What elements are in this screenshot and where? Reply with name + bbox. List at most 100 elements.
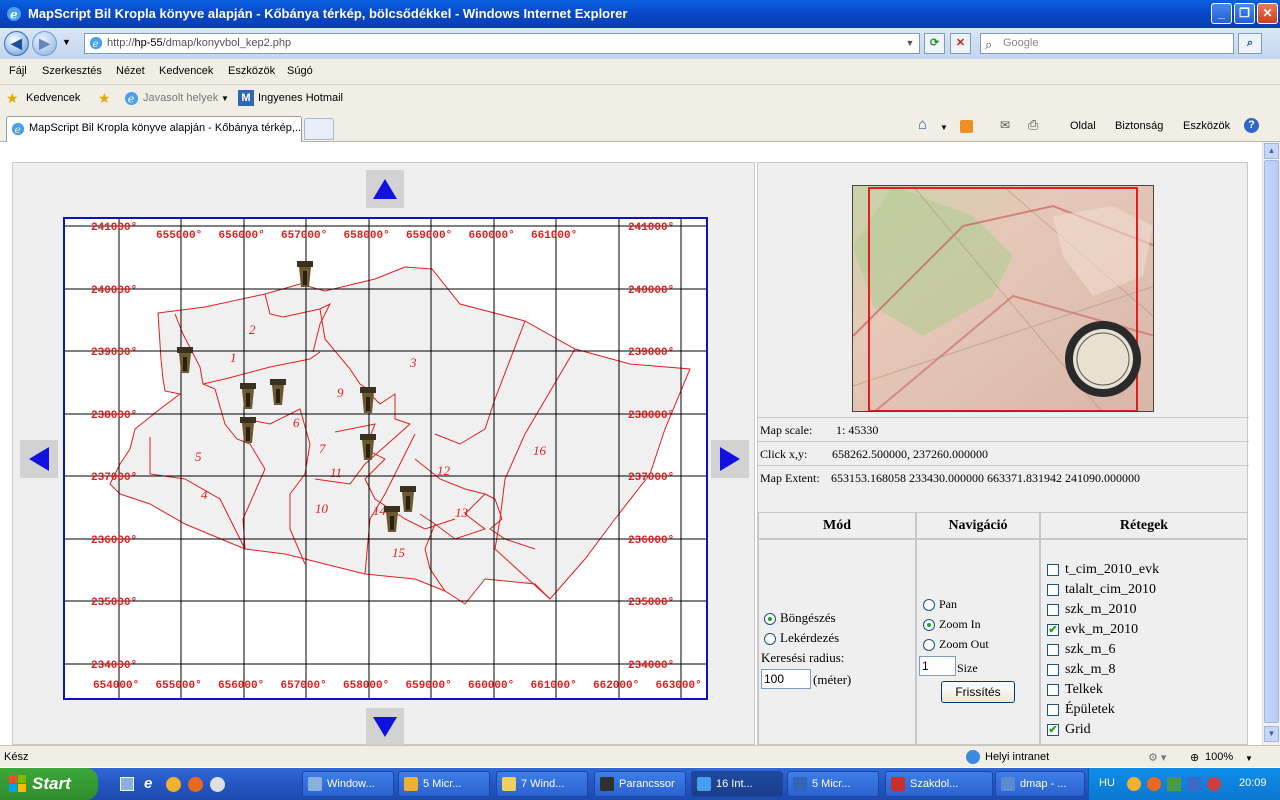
layer-item[interactable]: Telkek [1047,682,1103,698]
grid-y-label: 236000° [628,535,674,547]
tray-firefox-icon[interactable] [1147,777,1161,791]
close-button[interactable]: ✕ [1257,3,1278,24]
tab-active[interactable]: e MapScript Bil Kropla könyve alapján - … [6,116,302,142]
menu-help[interactable]: Súgó [287,65,313,77]
map-image[interactable]: 241000° 241000° 240000° 240000° 239000° 23900… [63,217,708,700]
home-dropdown-icon[interactable]: ▼ [940,123,948,132]
tools-menu[interactable]: Eszközök [1183,120,1230,132]
mode-query-option[interactable]: Lekérdezés [764,630,839,646]
search-radius-input[interactable]: 100 [761,669,811,689]
taskbar-button[interactable]: 7 Wind... [496,771,588,797]
quicklaunch-messenger-icon[interactable] [166,777,181,792]
add-favorite-icon[interactable]: ★ [98,90,111,107]
nursery-marker-icon[interactable] [297,261,313,287]
layer-item[interactable]: talalt_cim_2010 [1047,582,1156,598]
layer-item[interactable]: szk_m_6 [1047,642,1116,658]
layer-item[interactable]: Épületek [1047,702,1115,718]
taskbar-button[interactable]: dmap - ... [995,771,1085,797]
hotmail-link[interactable]: Ingyenes Hotmail [258,92,343,104]
mail-icon[interactable]: ✉ [1000,118,1010,132]
menu-edit[interactable]: Szerkesztés [42,65,102,77]
layer-item[interactable]: t_cim_2010_evk [1047,562,1159,578]
menu-view[interactable]: Nézet [116,65,145,77]
print-icon[interactable]: ⎙ [1028,117,1038,133]
pan-west-button[interactable] [20,440,58,478]
taskbar-button[interactable]: Window... [302,771,394,797]
address-dropdown-icon[interactable]: ▼ [903,36,917,51]
scrollbar-thumb[interactable] [1264,160,1279,723]
layer-checkbox[interactable] [1047,643,1059,656]
zoom-level[interactable]: 100% [1205,751,1233,763]
show-desktop-icon[interactable] [120,777,134,791]
vertical-scrollbar[interactable]: ▲ ▼ [1262,142,1280,745]
tray-bluetooth-icon[interactable] [1187,777,1201,791]
scroll-down-icon[interactable]: ▼ [1264,726,1279,742]
refresh-icon[interactable]: ⟳ [924,33,945,54]
zoom-in-radio[interactable] [923,619,935,632]
maximize-button[interactable]: ❐ [1234,3,1255,24]
quicklaunch-ie-icon[interactable]: e [144,775,152,792]
help-icon[interactable]: ? [1244,118,1259,133]
zoom-size-input[interactable]: 1 [919,656,956,676]
favorites-button[interactable]: Kedvencek [26,92,80,104]
layer-checkbox[interactable] [1047,703,1059,716]
layer-checkbox[interactable] [1047,683,1059,696]
taskbar-button[interactable]: 5 Micr... [398,771,490,797]
language-indicator[interactable]: HU [1099,777,1115,789]
zoom-dropdown-icon[interactable]: ▼ [1245,754,1253,763]
scroll-up-icon[interactable]: ▲ [1264,143,1279,159]
start-button[interactable]: Start [0,768,98,800]
minimize-button[interactable]: _ [1211,3,1232,24]
taskbar-button[interactable]: 5 Micr... [787,771,879,797]
tray-security-icon[interactable] [1207,777,1221,791]
tray-messenger-icon[interactable] [1127,777,1141,791]
new-tab-button[interactable] [304,118,334,140]
nav-zoom-in-option[interactable]: Zoom In [923,617,981,632]
layer-checkbox[interactable]: ✔ [1047,623,1059,636]
home-icon[interactable]: ⌂ [918,116,927,133]
mode-browse-option[interactable]: Böngészés [764,610,836,626]
stop-icon[interactable]: ✕ [950,33,971,54]
zoom-out-radio[interactable] [923,639,935,652]
layer-checkbox[interactable] [1047,583,1059,596]
taskbar-button[interactable]: 16 Int... [691,771,783,797]
suggested-sites-link[interactable]: Javasolt helyek [143,92,218,104]
pan-north-button[interactable] [366,170,404,208]
reference-map[interactable] [852,185,1154,412]
refresh-button[interactable]: Frissítés [941,681,1015,703]
browse-radio[interactable] [764,613,776,626]
layer-checkbox[interactable]: ✔ [1047,723,1059,736]
layer-item[interactable]: szk_m_8 [1047,662,1116,678]
suggested-sites-dropdown-icon[interactable]: ▼ [221,94,229,103]
layer-item[interactable]: ✔ evk_m_2010 [1047,622,1138,638]
nav-zoom-out-option[interactable]: Zoom Out [923,637,989,652]
layer-item[interactable]: ✔ Grid [1047,722,1091,738]
menu-favorites[interactable]: Kedvencek [159,65,213,77]
query-radio[interactable] [764,633,776,646]
tray-network-icon[interactable] [1167,777,1181,791]
nav-pan-option[interactable]: Pan [923,597,957,612]
pan-south-button[interactable] [366,708,404,746]
quicklaunch-media-icon[interactable] [210,777,225,792]
taskbar-button[interactable]: Parancssor [594,771,686,797]
address-bar[interactable]: e http://hp-55/dmap/konyvbol_kep2.php ▼ [84,33,920,54]
layer-checkbox[interactable] [1047,603,1059,616]
taskbar-button[interactable]: Szakdol... [885,771,993,797]
pan-radio[interactable] [923,599,935,612]
back-button[interactable]: ◀ [4,31,29,56]
safety-menu[interactable]: Biztonság [1115,120,1163,132]
quicklaunch-firefox-icon[interactable] [188,777,203,792]
layer-checkbox[interactable] [1047,563,1059,576]
search-input[interactable]: ⌕ Google [980,33,1234,54]
map-canvas[interactable]: 241000° 241000° 240000° 240000° 239000° 23900… [65,219,706,698]
search-icon[interactable]: ⌕ [1238,33,1262,54]
feeds-icon[interactable] [960,120,973,133]
pan-east-button[interactable] [711,440,749,478]
menu-file[interactable]: Fájl [9,65,27,77]
layer-item[interactable]: szk_m_2010 [1047,602,1137,618]
history-dropdown-icon[interactable]: ▼ [62,37,71,47]
page-menu[interactable]: Oldal [1070,120,1096,132]
layer-checkbox[interactable] [1047,663,1059,676]
menu-tools[interactable]: Eszközök [228,65,275,77]
forward-button[interactable]: ▶ [32,31,57,56]
